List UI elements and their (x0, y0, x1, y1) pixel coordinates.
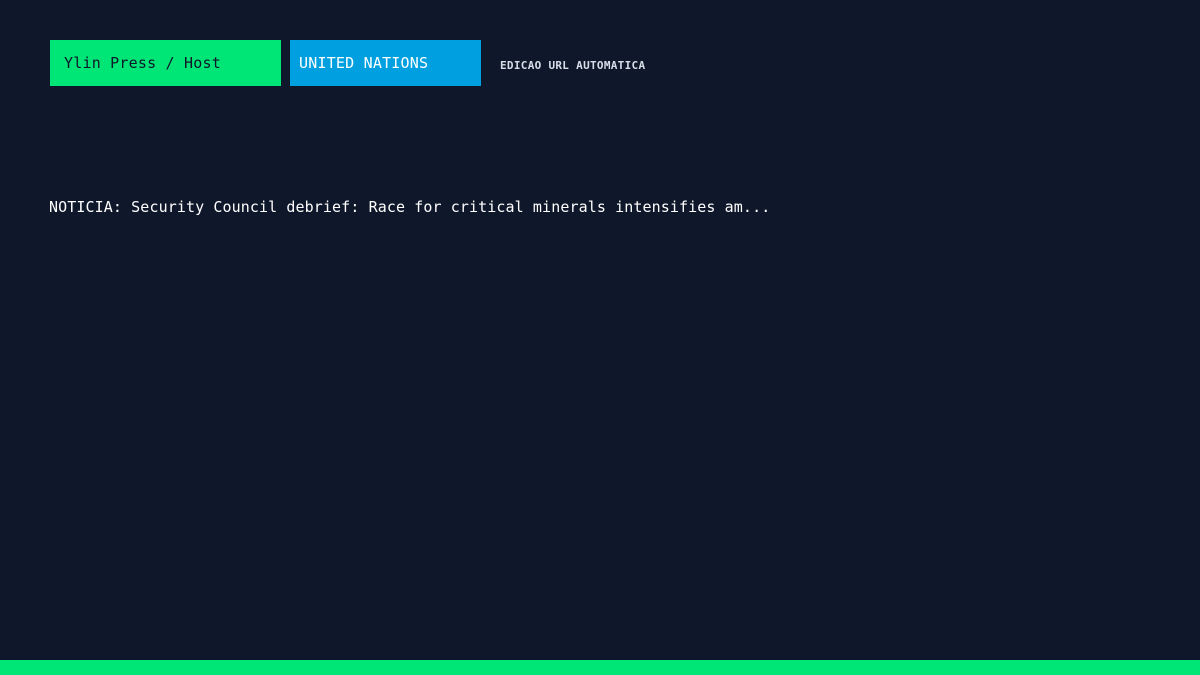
broadcast-screen: Ylin Press / Host UNITED NATIONS EDICAO … (0, 0, 1200, 675)
edition-label: EDICAO URL AUTOMATICA (500, 58, 646, 72)
news-headline: NOTICIA: Security Council debrief: Race … (49, 198, 771, 216)
organization-label-chip: UNITED NATIONS (290, 40, 481, 86)
host-label: Ylin Press / Host (64, 54, 221, 72)
organization-label: UNITED NATIONS (299, 54, 429, 72)
header-bar: Ylin Press / Host UNITED NATIONS EDICAO … (50, 40, 645, 86)
bottom-accent-bar (0, 660, 1200, 675)
host-label-chip: Ylin Press / Host (50, 40, 281, 86)
